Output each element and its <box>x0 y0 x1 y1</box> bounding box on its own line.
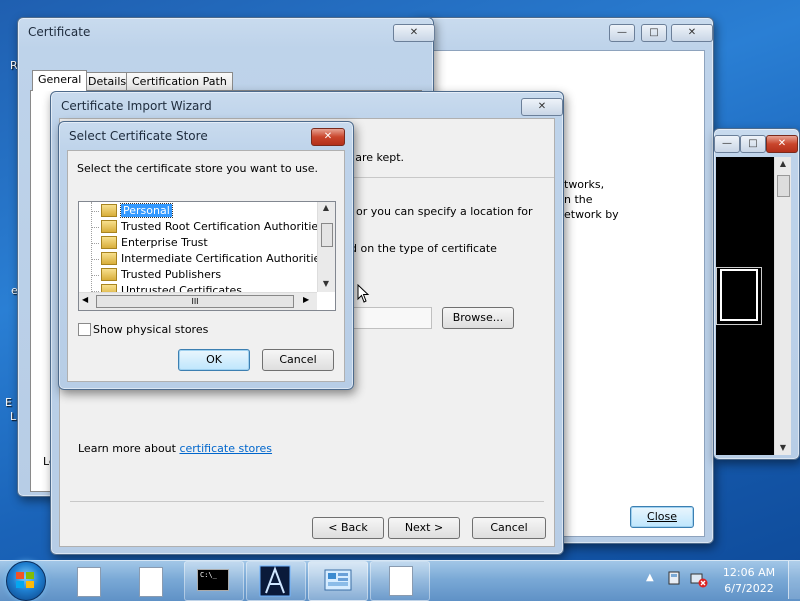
desktop-icon-label: E <box>5 396 12 409</box>
learn-more-prefix: Learn more about <box>78 442 180 455</box>
ok-button[interactable]: OK <box>178 349 250 371</box>
windows-logo-icon <box>16 572 34 588</box>
store-tree-vscroll[interactable]: ▲ ▼ <box>317 202 335 292</box>
dialog-title: Select Certificate Store <box>69 129 208 143</box>
network-disconnected-icon[interactable] <box>690 570 708 588</box>
console-scrollbar[interactable]: ▲ ▼ <box>774 157 791 455</box>
window-title: Certificate <box>28 25 91 39</box>
store-tree-item-label: Intermediate Certification Authorities <box>121 252 327 265</box>
console-window: — □ ✕ ▲ ▼ <box>713 128 800 460</box>
taskbar-document[interactable] <box>370 561 430 601</box>
cmd-icon: C:\_ <box>197 569 229 591</box>
store-path-field[interactable] <box>350 307 432 329</box>
action-center-icon[interactable] <box>666 570 682 586</box>
browse-button[interactable]: Browse... <box>442 307 514 329</box>
clock[interactable]: 12:06 AM 6/7/2022 <box>718 565 780 597</box>
maximize-button[interactable]: □ <box>641 24 667 42</box>
scroll-down-icon[interactable]: ▼ <box>318 279 334 288</box>
scroll-thumb[interactable]: III <box>96 295 294 308</box>
taskbar-cmd[interactable]: C:\_ <box>184 561 244 601</box>
tree-line <box>91 259 99 261</box>
text-line: tworks, <box>564 178 605 191</box>
tree-line <box>91 202 93 294</box>
maximize-button[interactable]: □ <box>740 135 766 153</box>
background-window-text: tworks, n the etwork by <box>564 177 619 222</box>
scroll-left-icon[interactable]: ◀ <box>82 295 88 304</box>
folder-icon <box>101 267 117 281</box>
folder-icon <box>101 235 117 249</box>
scroll-thumb[interactable] <box>777 175 790 197</box>
store-tree-item-label: Personal <box>120 203 173 218</box>
tree-line <box>91 243 99 245</box>
store-tree-item-label: Trusted Publishers <box>121 268 222 281</box>
store-tree[interactable]: Personal Trusted Root Certification Autho… <box>78 201 336 311</box>
close-icon[interactable]: ✕ <box>766 135 798 153</box>
cancel-button[interactable]: Cancel <box>262 349 334 371</box>
clock-time: 12:06 AM <box>722 566 776 579</box>
scroll-down-icon[interactable]: ▼ <box>775 443 791 452</box>
clock-date: 6/7/2022 <box>724 582 774 595</box>
minimize-button[interactable]: — <box>714 135 740 153</box>
close-icon[interactable]: ✕ <box>671 24 713 42</box>
tree-line <box>91 211 99 213</box>
show-physical-checkbox[interactable] <box>78 323 91 336</box>
divider <box>70 501 544 502</box>
scroll-up-icon[interactable]: ▲ <box>775 159 791 168</box>
scroll-right-icon[interactable]: ▶ <box>303 295 309 304</box>
show-hidden-icons-icon[interactable]: ▲ <box>646 572 654 583</box>
close-icon[interactable]: ✕ <box>311 128 345 146</box>
certificate-stores-link[interactable]: certificate stores <box>179 442 272 455</box>
cancel-button[interactable]: Cancel <box>472 517 546 539</box>
document-icon[interactable] <box>139 567 163 597</box>
document-icon[interactable] <box>77 567 101 597</box>
console-output <box>716 157 774 455</box>
store-tree-item[interactable]: Trusted Root Certification Authorities <box>91 219 324 235</box>
close-icon[interactable]: ✕ <box>393 24 435 42</box>
store-tree-item[interactable]: Enterprise Trust <box>91 235 208 251</box>
folder-icon <box>101 203 117 217</box>
dialog-body: Select the certificate store you want to… <box>67 150 345 382</box>
store-tree-item[interactable]: Trusted Publishers <box>91 267 222 283</box>
window-title: Certificate Import Wizard <box>61 99 212 113</box>
select-store-dialog: Select Certificate Store ✕ Select the ce… <box>58 121 354 390</box>
store-tree-hscroll[interactable]: ◀ III ▶ <box>79 292 317 310</box>
close-icon[interactable]: ✕ <box>521 98 563 116</box>
desktop-icon-label: L <box>10 410 17 423</box>
folder-icon <box>101 251 117 265</box>
tab-certification-path[interactable]: Certification Path <box>126 72 233 91</box>
taskbar-app-a[interactable] <box>246 561 306 601</box>
show-physical-label: Show physical stores <box>93 323 209 336</box>
scroll-up-icon[interactable]: ▲ <box>318 203 334 212</box>
mouse-cursor-icon <box>357 284 370 303</box>
tree-line <box>91 227 99 229</box>
a-logo-icon <box>259 565 291 597</box>
show-desktop-button[interactable] <box>788 561 800 599</box>
store-tree-item[interactable]: Intermediate Certification Authorities <box>91 251 327 267</box>
tree-line <box>91 275 99 277</box>
console-box-outer <box>716 267 762 325</box>
close-button[interactable]: Close <box>630 506 694 528</box>
folder-icon <box>101 219 117 233</box>
text-line: n the <box>564 193 593 206</box>
store-tree-item-label: Trusted Root Certification Authorities <box>121 220 324 233</box>
tab-details[interactable]: Details <box>82 72 133 91</box>
tab-general[interactable]: General <box>32 70 88 91</box>
document-icon <box>389 566 413 596</box>
minimize-button[interactable]: — <box>609 24 635 42</box>
taskbar-certmgr[interactable] <box>308 561 368 601</box>
store-tree-item[interactable]: Personal <box>91 203 173 219</box>
store-tree-item-label: Enterprise Trust <box>121 236 208 249</box>
scroll-thumb[interactable] <box>321 223 333 247</box>
wizard-text: d on the type of certificate <box>350 242 497 255</box>
dialog-prompt: Select the certificate store you want to… <box>77 162 319 175</box>
back-button[interactable]: < Back <box>312 517 384 539</box>
learn-more-text: Learn more about certificate stores <box>78 442 272 455</box>
text-line: etwork by <box>564 208 619 221</box>
wizard-text: s are kept. <box>346 151 405 164</box>
wizard-text: or you can specify a location for <box>356 205 533 218</box>
next-button[interactable]: Next > <box>388 517 460 539</box>
control-panel-icon <box>324 569 352 591</box>
